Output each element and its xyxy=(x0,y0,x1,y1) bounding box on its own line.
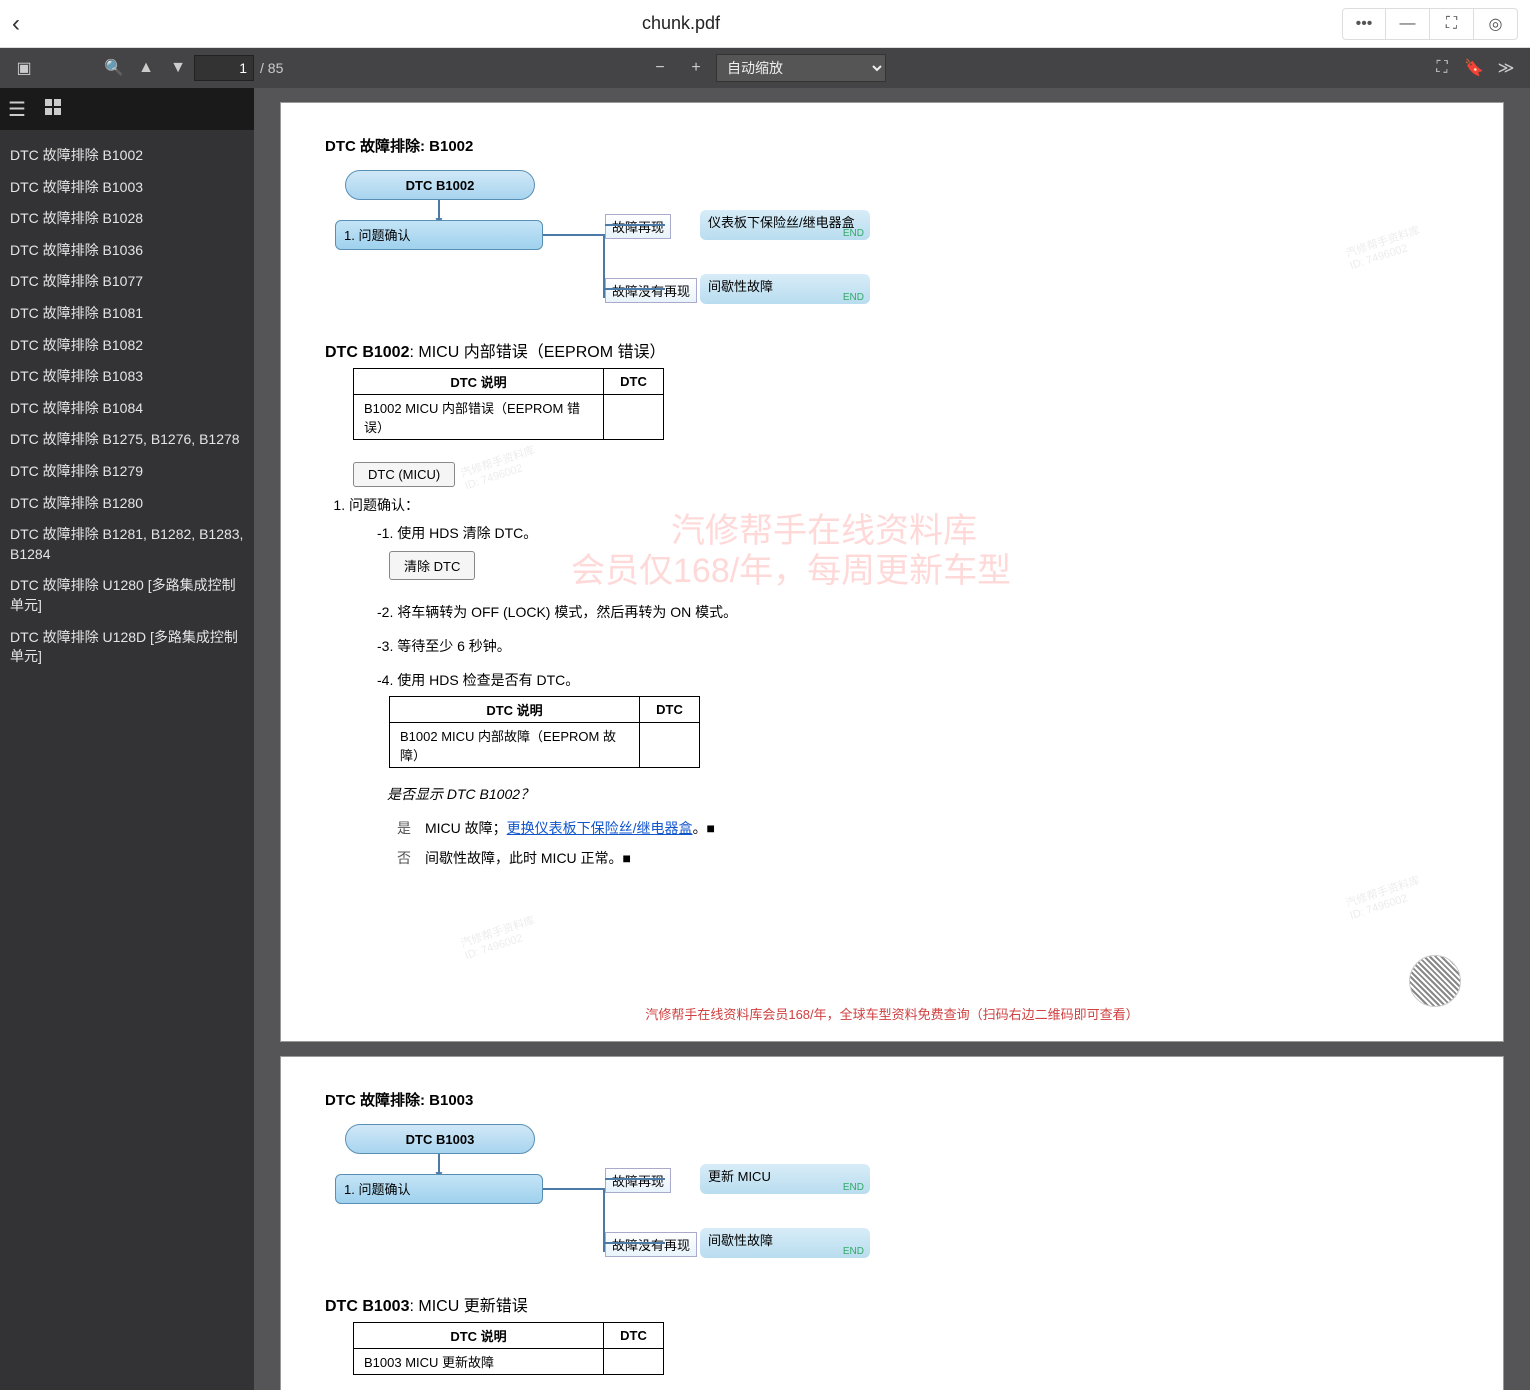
dtc-heading: DTC B1003: MICU 更新错误 xyxy=(325,1292,1459,1316)
maximize-button[interactable]: ⛶ xyxy=(1430,8,1474,40)
minimize-button[interactable]: — xyxy=(1386,8,1430,40)
flow-label: 故障没有再现 xyxy=(605,1232,697,1257)
page-number-input[interactable] xyxy=(194,55,254,81)
replace-link[interactable]: 更换仪表板下保险丝/继电器盒 xyxy=(507,820,693,836)
substep-item: -4. 使用 HDS 检查是否有 DTC。 DTC 说明DTC B1002 MI… xyxy=(377,670,1459,768)
dtc-table: DTC 说明DTC B1003 MICU 更新故障 xyxy=(353,1322,664,1375)
tools-menu-button[interactable]: ≫ xyxy=(1490,52,1522,84)
answer-no: 否 间歇性故障，此时 MICU 正常。■ xyxy=(397,848,1459,868)
dtc-table: DTC 说明DTC B1002 MICU 内部故障（EEPROM 故障） xyxy=(389,696,700,768)
sidebar-item[interactable]: DTC 故障排除 B1003 xyxy=(0,172,254,204)
sidebar-item[interactable]: DTC 故障排除 B1082 xyxy=(0,330,254,362)
sidebar-toggle-button[interactable]: ▣ xyxy=(8,52,40,84)
pdf-viewer[interactable]: DTC 故障排除: B1002 DTC B1002 ▼ 1. 问题确认 故障再现… xyxy=(254,88,1530,1390)
zoom-select[interactable]: 自动缩放 xyxy=(716,54,886,82)
substep-item: -2. 将车辆转为 OFF (LOCK) 模式，然后再转为 ON 模式。 xyxy=(377,602,1459,622)
zoom-out-button[interactable]: − xyxy=(644,52,676,84)
flow-label: 故障没有再现 xyxy=(605,278,697,303)
section-title: DTC 故障排除: B1003 xyxy=(325,1089,1459,1110)
zoom-in-button[interactable]: + xyxy=(680,52,712,84)
main-area: ☰ DTC 故障排除 B1002 DTC 故障排除 B1003 DTC 故障排除… xyxy=(0,88,1530,1390)
flow-end-node: 间歇性故障END xyxy=(700,1228,870,1258)
sidebar-item[interactable]: DTC 故障排除 U1280 [多路集成控制单元] xyxy=(0,570,254,621)
pdf-page: DTC 故障排除: B1002 DTC B1002 ▼ 1. 问题确认 故障再现… xyxy=(280,102,1504,1042)
page-down-button[interactable]: ▼ xyxy=(162,52,194,84)
more-button[interactable]: ••• xyxy=(1342,8,1386,40)
pdf-toolbar: ▣ 🔍 ▲ ▼ / 85 − + 自动缩放 ⛶ 🔖 ≫ xyxy=(0,48,1530,88)
zoom-controls: − + 自动缩放 xyxy=(644,52,886,84)
sidebar-item[interactable]: DTC 故障排除 B1280 xyxy=(0,488,254,520)
dtc-table: DTC 说明DTC B1002 MICU 内部错误（EEPROM 错误） xyxy=(353,368,664,440)
target-button[interactable]: ◎ xyxy=(1474,8,1518,40)
back-button[interactable]: ‹ xyxy=(12,10,20,38)
window-title: chunk.pdf xyxy=(20,13,1342,34)
watermark-small: 汽修帮手资料库ID: 7496002 xyxy=(459,442,541,492)
search-icon[interactable]: 🔍 xyxy=(98,52,130,84)
page-total-label: / 85 xyxy=(260,60,283,76)
flowchart: DTC B1002 ▼ 1. 问题确认 故障再现 仪表板下保险丝/继电器盒END… xyxy=(325,170,1459,326)
sidebar-item[interactable]: DTC 故障排除 B1279 xyxy=(0,456,254,488)
flow-end-node: 更新 MICUEND xyxy=(700,1164,870,1194)
outline-list: DTC 故障排除 B1002 DTC 故障排除 B1003 DTC 故障排除 B… xyxy=(0,130,254,1390)
watermark-small: 汽修帮手资料库ID: 7496002 xyxy=(1344,872,1426,922)
sidebar-item[interactable]: DTC 故障排除 B1077 xyxy=(0,266,254,298)
answer-yes: 是 MICU 故障；更换仪表板下保险丝/继电器盒。■ xyxy=(397,818,1459,838)
flowchart: DTC B1003 ▼ 1. 问题确认 故障再现 更新 MICUEND 故障没有… xyxy=(325,1124,1459,1280)
flow-end-node: 仪表板下保险丝/继电器盒END xyxy=(700,210,870,240)
window-controls: ••• — ⛶ ◎ xyxy=(1342,8,1518,40)
sidebar-item[interactable]: DTC 故障排除 B1002 xyxy=(0,140,254,172)
sidebar: ☰ DTC 故障排除 B1002 DTC 故障排除 B1003 DTC 故障排除… xyxy=(0,88,254,1390)
page-up-button[interactable]: ▲ xyxy=(130,52,162,84)
pdf-page: DTC 故障排除: B1003 DTC B1003 ▼ 1. 问题确认 故障再现… xyxy=(280,1056,1504,1390)
flow-start-node: DTC B1003 xyxy=(345,1124,535,1154)
sidebar-item[interactable]: DTC 故障排除 B1083 xyxy=(0,361,254,393)
substep-item: -1. 使用 HDS 清除 DTC。 清除 DTC xyxy=(377,523,1459,588)
sidebar-tabs: ☰ xyxy=(0,88,254,130)
thumbnails-tab-icon[interactable] xyxy=(44,98,62,121)
sidebar-item[interactable]: DTC 故障排除 B1281, B1282, B1283, B1284 xyxy=(0,519,254,570)
sidebar-item[interactable]: DTC 故障排除 B1084 xyxy=(0,393,254,425)
section-title: DTC 故障排除: B1002 xyxy=(325,135,1459,156)
clear-dtc-button[interactable]: 清除 DTC xyxy=(389,551,475,580)
sidebar-item[interactable]: DTC 故障排除 B1275, B1276, B1278 xyxy=(0,424,254,456)
qr-code-icon xyxy=(1409,955,1461,1007)
sidebar-item[interactable]: DTC 故障排除 B1081 xyxy=(0,298,254,330)
dtc-heading: DTC B1002: MICU 内部错误（EEPROM 错误） xyxy=(325,338,1459,362)
sidebar-item[interactable]: DTC 故障排除 B1028 xyxy=(0,203,254,235)
flow-end-node: 间歇性故障END xyxy=(700,274,870,304)
flow-step-node: 1. 问题确认 xyxy=(335,1174,543,1204)
substep-item: -3. 等待至少 6 秒钟。 xyxy=(377,636,1459,656)
bookmark-icon[interactable]: 🔖 xyxy=(1458,52,1490,84)
step-item: 问题确认： -1. 使用 HDS 清除 DTC。 清除 DTC -2. 将车辆转… xyxy=(349,495,1459,868)
outline-tab-icon[interactable]: ☰ xyxy=(8,97,26,122)
sidebar-item[interactable]: DTC 故障排除 B1036 xyxy=(0,235,254,267)
presentation-button[interactable]: ⛶ xyxy=(1426,52,1458,84)
flow-label: 故障再现 xyxy=(605,1168,671,1193)
question-text: 是否显示 DTC B1002？ xyxy=(387,784,1459,804)
flow-start-node: DTC B1002 xyxy=(345,170,535,200)
footer-note: 汽修帮手在线资料库会员168/年，全球车型资料免费查询（扫码右边二维码即可查看） xyxy=(281,1004,1503,1023)
window-bar: ‹ chunk.pdf ••• — ⛶ ◎ xyxy=(0,0,1530,48)
sidebar-item[interactable]: DTC 故障排除 U128D [多路集成控制单元] xyxy=(0,622,254,673)
dtc-micu-button[interactable]: DTC (MICU) xyxy=(353,462,455,487)
flow-label: 故障再现 xyxy=(605,214,671,239)
watermark-small: 汽修帮手资料库ID: 7496002 xyxy=(459,912,541,962)
flow-step-node: 1. 问题确认 xyxy=(335,220,543,250)
